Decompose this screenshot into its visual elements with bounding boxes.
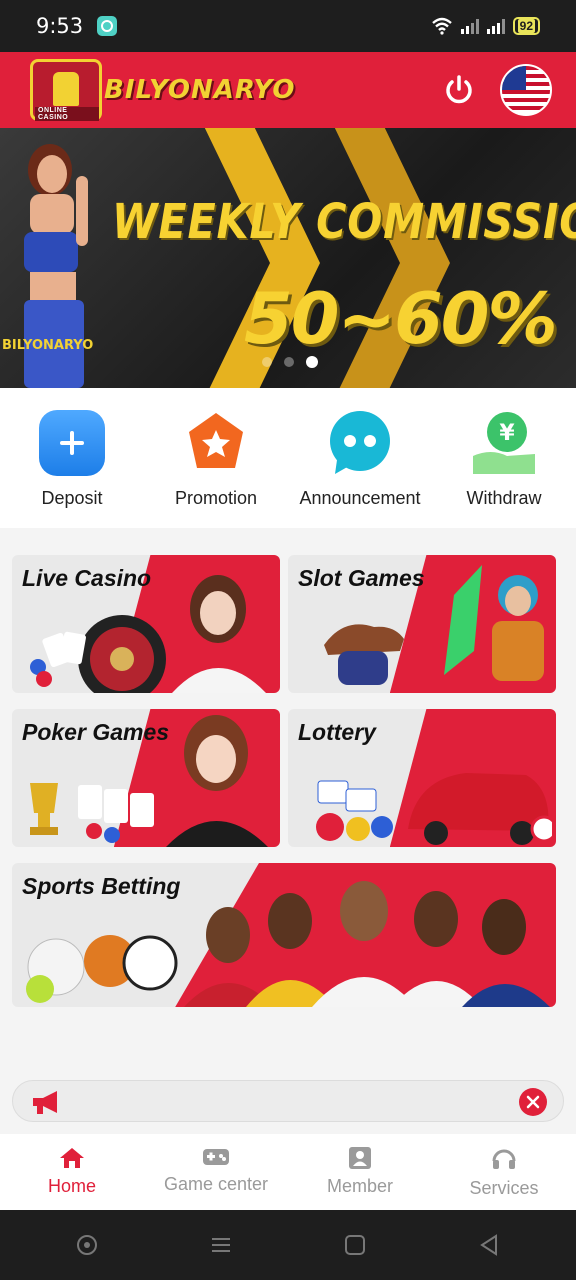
status-time: 9:53 [36,14,84,38]
star-badge-icon [183,410,249,476]
quick-actions: Deposit Promotion Announcement ¥ Withdra… [0,388,576,528]
poker-games-card[interactable]: Poker Games [12,709,280,847]
logo-emblem-icon: ONLINE CASINO [30,59,102,121]
svg-text:¥: ¥ [499,421,515,446]
slot-games-title: Slot Games [298,565,425,591]
announcement-marquee[interactable] [12,1080,564,1122]
back-icon[interactable] [478,1234,500,1256]
deposit-label: Deposit [41,488,103,508]
app-notification-icon [97,16,118,36]
nav-member-label: Member [326,1176,393,1196]
wifi-icon [431,17,452,35]
megaphone-icon [33,1091,57,1114]
nav-game-center-label: Game center [163,1174,269,1194]
member-icon [349,1147,371,1169]
withdraw-label: Withdraw [466,488,542,508]
live-casino-card[interactable]: Live Casino [12,555,280,693]
carousel-dot[interactable] [262,357,272,367]
gamepad-icon [203,1149,229,1165]
power-icon [446,75,472,104]
promotion-label: Promotion [174,488,258,508]
home-system-icon[interactable] [344,1234,366,1256]
plus-icon [39,410,105,476]
slot-games-card[interactable]: Slot Games [288,555,556,693]
carousel-dots [262,356,318,368]
yen-hand-icon: ¥ [471,410,537,476]
close-icon [526,1095,540,1109]
assistant-icon[interactable] [76,1234,98,1256]
brand-logo[interactable]: ONLINE CASINO BILYONARYO [30,59,296,121]
poker-games-title: Poker Games [22,719,170,745]
app-header: ONLINE CASINO BILYONARYO [0,52,576,128]
lottery-title: Lottery [298,719,376,745]
system-navigation-bar [0,1210,576,1280]
logout-button[interactable] [442,73,476,107]
banner-title: WEEKLY COMMISSION [112,194,576,250]
nav-home[interactable]: Home [0,1134,144,1210]
carousel-dot[interactable] [284,357,294,367]
deposit-button[interactable]: Deposit [0,388,144,528]
announcement-label: Announcement [299,488,421,508]
headset-icon [492,1149,516,1169]
battery-icon: 92 [512,17,540,35]
promotion-button[interactable]: Promotion [144,388,288,528]
live-casino-title: Live Casino [22,565,152,591]
logo-text: BILYONARYO [104,75,296,105]
status-bar: 9:53 92 [0,0,576,52]
chat-bubble-icon [327,410,393,476]
carousel-dot-active[interactable] [306,356,318,368]
sports-betting-title: Sports Betting [22,873,181,899]
promo-banner[interactable]: WEEKLY COMMISSION 50~60% BILYONARYO [0,128,576,388]
close-marquee-button[interactable] [519,1088,547,1116]
banner-percent: 50~60% [244,278,558,360]
logo-subtitle: ONLINE CASINO [35,107,99,121]
nav-game-center[interactable]: Game center [144,1134,288,1210]
home-icon [60,1148,84,1168]
battery-level: 92 [517,19,535,33]
announcement-button[interactable]: Announcement [288,388,432,528]
status-indicators: 92 [431,17,540,35]
language-flag-button[interactable] [500,64,552,116]
cell-signal-icon [460,18,479,34]
banner-small-logo: BILYONARYO [2,338,94,353]
nav-home-label: Home [47,1176,96,1196]
recent-apps-icon[interactable] [210,1235,232,1255]
sports-betting-card[interactable]: Sports Betting [12,863,556,1007]
withdraw-button[interactable]: ¥ Withdraw [432,388,576,528]
bottom-navigation: Home Game center Member Services [0,1134,576,1210]
nav-services-label: Services [469,1178,539,1198]
nav-services[interactable]: Services [432,1134,576,1210]
cell-signal-2-icon [486,18,505,34]
nav-member[interactable]: Member [288,1134,432,1210]
lottery-card[interactable]: Lottery [288,709,556,847]
